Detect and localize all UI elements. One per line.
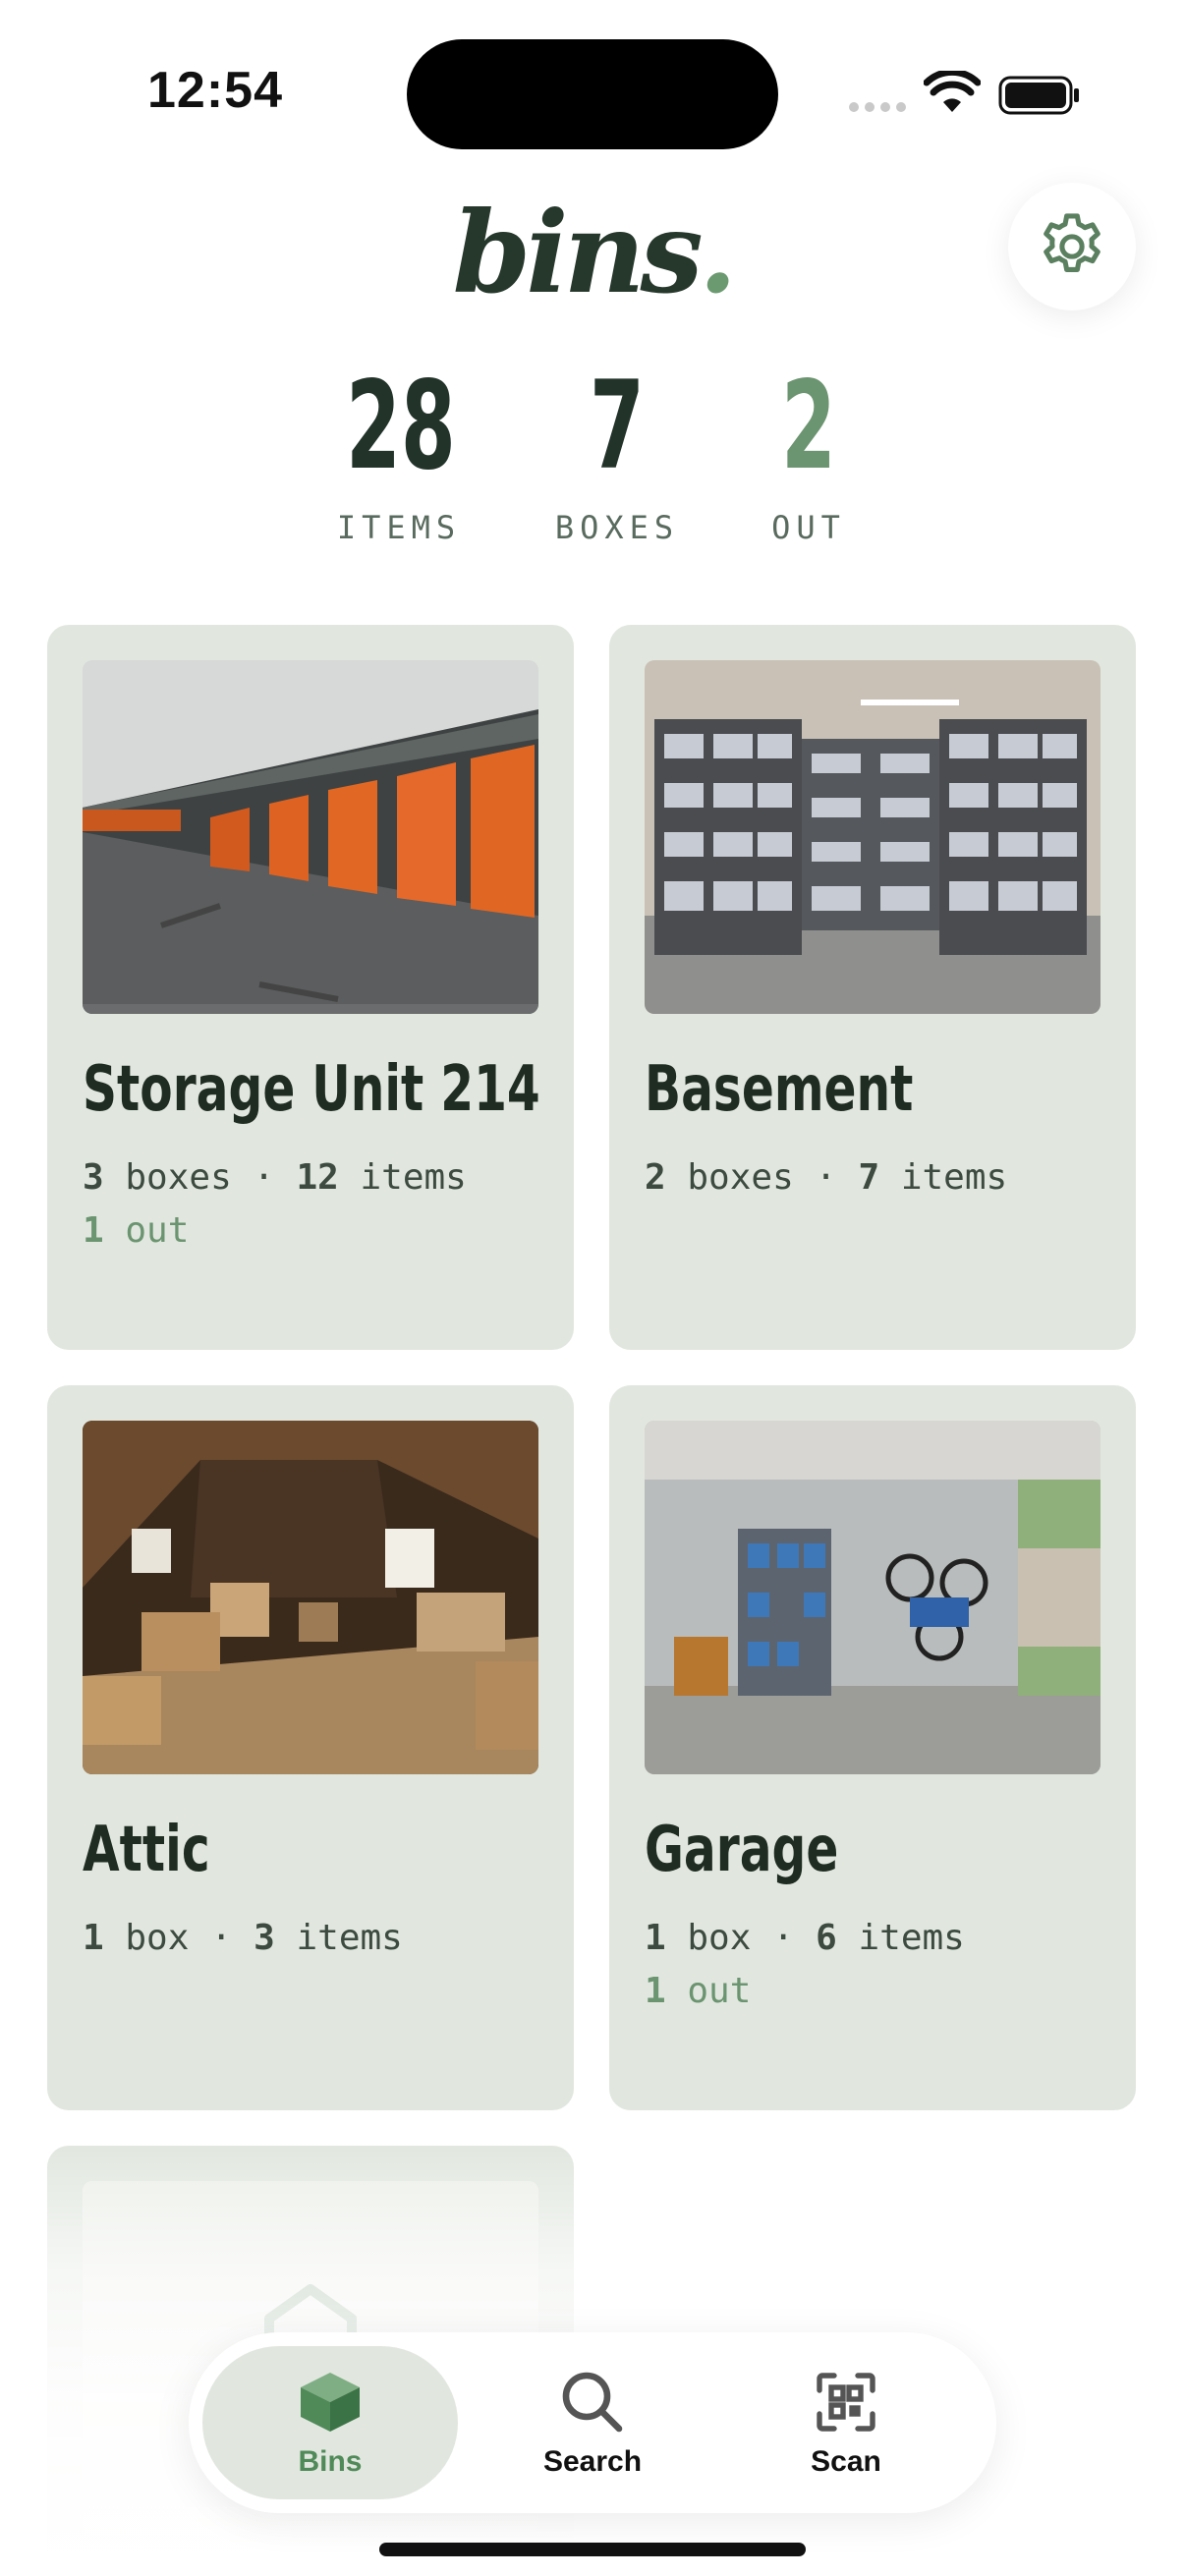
bin-title: Attic xyxy=(83,1814,210,1886)
stat-label: OUT xyxy=(771,509,846,546)
bin-title: Basement xyxy=(645,1053,914,1126)
bin-photo xyxy=(645,1421,1100,1774)
stat-label: ITEMS xyxy=(336,509,462,546)
status-time: 12:54 xyxy=(147,62,283,119)
bin-meta: 2 boxes · 7 items xyxy=(645,1157,1008,1198)
tab-label: Scan xyxy=(811,2445,881,2478)
stat-value: 2 xyxy=(781,356,836,497)
bin-photo xyxy=(83,1421,538,1774)
stat-out: 2 OUT xyxy=(735,365,882,546)
bin-title: Storage Unit 214 xyxy=(83,1053,540,1126)
bin-card-attic[interactable]: Attic 1 box · 3 items xyxy=(47,1385,574,2110)
tab-scan[interactable]: Scan xyxy=(718,2346,974,2499)
tab-search[interactable]: Search xyxy=(465,2346,720,2499)
stat-value: 7 xyxy=(590,356,645,497)
cellular-signal-icon xyxy=(849,102,906,112)
stat-label: BOXES xyxy=(554,509,680,546)
bin-photo xyxy=(645,660,1100,1014)
bin-meta: 1 box · 6 items xyxy=(645,1918,965,1958)
bin-out-count: 1 out xyxy=(645,1971,752,2011)
wifi-icon xyxy=(924,71,981,112)
tab-bins[interactable]: Bins xyxy=(202,2346,458,2499)
bin-card-storage-unit[interactable]: Storage Unit 214 3 boxes · 12 items 1 out xyxy=(47,625,574,1350)
qr-scan-icon xyxy=(817,2373,875,2432)
stat-value: 28 xyxy=(346,356,456,497)
bin-card-garage[interactable]: Garage 1 box · 6 items 1 out xyxy=(609,1385,1136,2110)
bin-meta: 1 box · 3 items xyxy=(83,1918,403,1958)
tab-label: Bins xyxy=(298,2445,363,2478)
battery-icon xyxy=(998,76,1079,115)
tab-bar: Bins Search Scan xyxy=(189,2332,996,2513)
search-icon xyxy=(562,2372,623,2433)
app-logo: bins. xyxy=(452,187,738,318)
gear-icon xyxy=(1044,213,1100,272)
bin-title: Garage xyxy=(645,1814,839,1886)
stat-items: 28 ITEMS xyxy=(325,365,473,546)
settings-button[interactable] xyxy=(1008,183,1136,310)
stat-boxes: 7 BOXES xyxy=(543,365,691,546)
home-indicator xyxy=(379,2543,806,2556)
box-icon xyxy=(301,2373,360,2432)
bin-meta: 3 boxes · 12 items xyxy=(83,1157,467,1198)
bin-card-basement[interactable]: Basement 2 boxes · 7 items xyxy=(609,625,1136,1350)
bin-photo xyxy=(83,660,538,1014)
bin-out-count: 1 out xyxy=(83,1210,190,1251)
dynamic-island xyxy=(407,39,778,149)
tab-label: Search xyxy=(542,2445,643,2478)
